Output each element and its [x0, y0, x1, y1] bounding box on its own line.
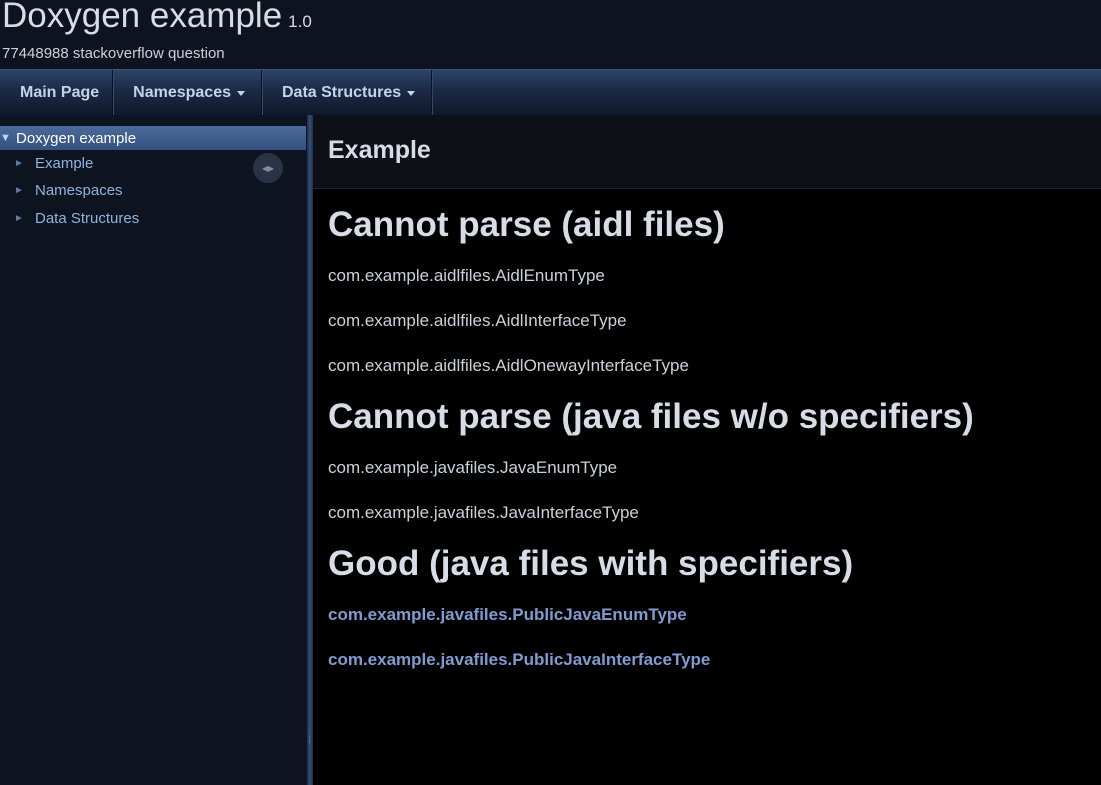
class-link[interactable]: com.example.javafiles.PublicJavaInterfac… [328, 650, 710, 670]
list-item: com.example.javafiles.JavaInterfaceType [328, 503, 639, 522]
nav-namespaces-label: Namespaces [133, 83, 231, 101]
sidebar-item-data-structures[interactable]: ► Data Structures [14, 207, 139, 229]
list-item: com.example.aidlfiles.AidlOnewayInterfac… [328, 356, 689, 375]
list-item: com.example.javafiles.JavaEnumType [328, 458, 618, 477]
sidebar-item-label: Namespaces [35, 181, 123, 199]
collapsed-arrow-icon: ► [14, 157, 24, 169]
page-header: Example [313, 115, 1101, 189]
sidebar-item-example[interactable]: ► Example [14, 152, 93, 174]
grip-icon: ⁞ [308, 735, 311, 746]
sync-toggle-icon[interactable]: ◂▸ [253, 153, 283, 183]
doc-content: Example Cannot parse (aidl files) com.ex… [313, 115, 1101, 785]
section-heading: Cannot parse (java files w/o specifiers) [328, 397, 974, 436]
project-number: 1.0 [288, 12, 312, 31]
chevron-down-icon [407, 91, 416, 96]
class-link[interactable]: com.example.javafiles.PublicJavaEnumType [328, 605, 687, 625]
nav-main-page[interactable]: Main Page [0, 70, 114, 115]
list-item: com.example.aidlfiles.AidlInterfaceType [328, 311, 627, 330]
nav-namespaces[interactable]: Namespaces [113, 70, 262, 115]
nav-data-structures[interactable]: Data Structures [262, 70, 433, 115]
collapsed-arrow-icon: ► [14, 212, 24, 224]
sidebar-root-label: Doxygen example [16, 129, 137, 147]
collapsed-arrow-icon: ► [14, 184, 24, 196]
sidebar-item-label: Data Structures [35, 209, 140, 227]
project-brief: 77448988 stackoverflow question [2, 45, 225, 62]
page-title: Example [328, 136, 431, 164]
project-name: Doxygen example 1.0 [2, 0, 312, 36]
chevron-down-icon [236, 91, 245, 96]
project-name-text: Doxygen example [2, 0, 283, 35]
sidebar-item-doxygen-example[interactable]: ▼ Doxygen example [0, 126, 306, 150]
nav-data-structures-label: Data Structures [281, 83, 402, 101]
sidebar-item-namespaces[interactable]: ► Namespaces [14, 179, 123, 201]
title-area: Doxygen example 1.0 77448988 stackoverflo… [0, 0, 1101, 69]
sidebar-nav-tree: ▼ Doxygen example ► Example ► Namespaces… [0, 115, 307, 785]
nav-main-page-label: Main Page [20, 83, 100, 101]
section-heading: Good (java files with specifiers) [328, 544, 854, 583]
main-nav: Main Page Namespaces Data Structures [0, 69, 1101, 115]
list-item: com.example.aidlfiles.AidlEnumType [328, 266, 605, 285]
expanded-arrow-icon: ▼ [0, 132, 11, 144]
section-heading: Cannot parse (aidl files) [328, 205, 725, 244]
sidebar-item-label: Example [35, 154, 94, 172]
